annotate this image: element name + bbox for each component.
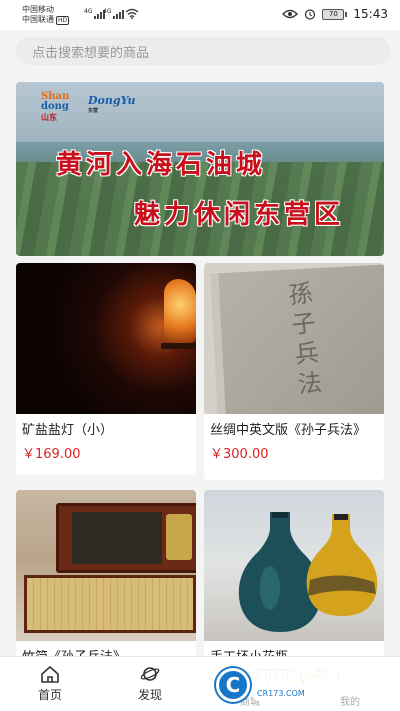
product-image: 孫子兵法	[204, 263, 384, 414]
product-name: 矿盐盐灯（小）	[22, 423, 114, 438]
shandong-logo: Shan dong 山东	[41, 91, 70, 123]
nav-home[interactable]: 首页	[20, 665, 80, 703]
signal-icon-2: 4G	[103, 9, 125, 19]
vase-shape-2	[306, 514, 378, 616]
banner-slogan-2: 魅力休闲东营区	[134, 200, 345, 230]
eye-icon	[282, 9, 299, 19]
search-placeholder: 点击搜索想要的商品	[32, 45, 150, 61]
product-price: ￥169.00	[22, 447, 81, 462]
product-image	[204, 490, 384, 641]
dongying-logo: DongYu 东营	[88, 94, 136, 114]
product-price: ￥300.00	[210, 447, 269, 462]
nav-home-label: 首页	[37, 688, 62, 702]
nav-discover-label: 发现	[137, 688, 162, 702]
alarm-icon	[305, 9, 316, 20]
search-input[interactable]: 点击搜索想要的商品	[16, 37, 391, 65]
product-name: 丝绸中英文版《孙子兵法》	[210, 423, 367, 438]
hd-badge: HD	[56, 16, 70, 25]
product-image	[16, 490, 196, 641]
battery-icon: 70	[322, 8, 348, 20]
carrier-2: 中国联通	[22, 15, 54, 24]
product-card-bamboo-slips[interactable]: 竹简《孙子兵法》	[16, 490, 196, 666]
nav-discover[interactable]: 发现	[120, 665, 180, 703]
clock: 15:43	[353, 7, 388, 21]
product-card-silk-book[interactable]: 孫子兵法 丝绸中英文版《孙子兵法》 ￥300.00	[204, 263, 384, 480]
product-card-vase[interactable]: 手工坯小花瓶	[204, 490, 384, 666]
planet-icon	[140, 667, 160, 681]
product-image	[16, 263, 196, 414]
carrier-1: 中国移动	[22, 5, 54, 14]
carrier-info: 中国移动 中国联通 HD	[22, 5, 70, 25]
watermark-logo-icon: C	[216, 668, 250, 702]
wifi-icon	[125, 8, 139, 19]
banner-slogan-1: 黄河入海石油城	[56, 150, 267, 180]
product-card-salt-lamp[interactable]: 矿盐盐灯（小） ￥169.00	[16, 263, 196, 475]
promo-banner[interactable]: Shan dong 山东 DongYu 东营 黄河入海石油城 魅力休闲东营区	[16, 82, 384, 256]
home-icon	[41, 666, 59, 683]
status-bar: 中国移动 中国联通 HD 4G 4G 70 15:43	[0, 0, 400, 30]
site-watermark: C 西西软件园 CR173.COM	[216, 666, 384, 704]
